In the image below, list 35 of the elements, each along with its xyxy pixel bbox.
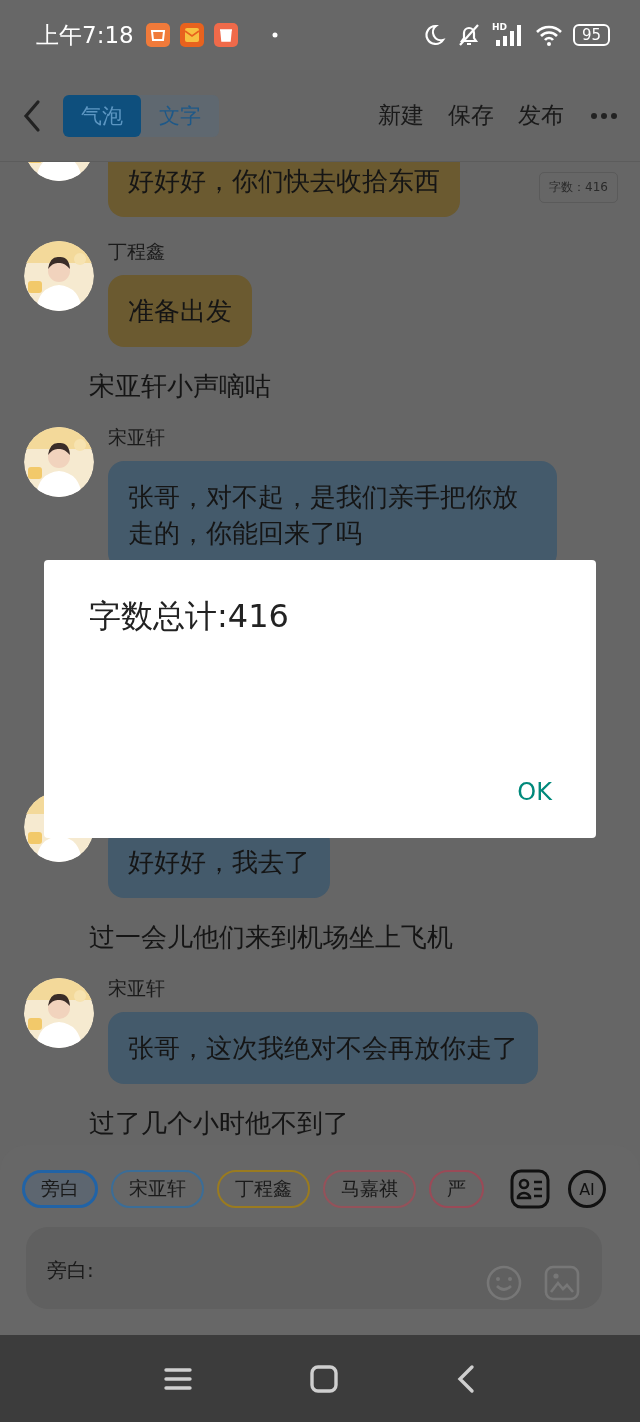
character-chip[interactable]: 宋亚轩 (111, 1170, 204, 1208)
chat-bubble: 好好好，你们快去收拾东西 (108, 162, 460, 217)
home-icon[interactable] (310, 1364, 338, 1393)
character-chip[interactable]: 严 (429, 1170, 484, 1208)
header-action[interactable]: 保存 (444, 100, 498, 131)
trash-icon (213, 23, 238, 47)
bag-icon (145, 23, 170, 47)
narration-text: 过一会儿他们来到机场坐上飞机 (88, 921, 454, 954)
menu-icon[interactable] (164, 1366, 192, 1391)
ok-button[interactable]: OK (501, 774, 568, 810)
ai-button[interactable]: AI (568, 1170, 606, 1208)
sender-name: 丁程鑫 (108, 239, 165, 263)
sender-name: 宋亚轩 (108, 425, 165, 449)
narration-text: 过了几个小时他不到了 (88, 1107, 350, 1140)
narration-text: 宋亚轩小声嘀咕 (88, 370, 272, 403)
header-action[interactable]: 发布 (514, 100, 568, 131)
field-label: 旁白: (47, 1257, 94, 1284)
sender-name: 宋亚轩 (108, 976, 165, 1000)
chat-bubble: 准备出发 (108, 275, 252, 347)
more-icon[interactable] (590, 111, 618, 120)
clock-time: 上午7:18 (36, 20, 134, 50)
mode-tab[interactable]: 气泡 (63, 94, 141, 137)
character-chip[interactable]: 丁程鑫 (217, 1170, 310, 1208)
back-icon[interactable] (456, 1363, 476, 1394)
battery-indicator: 95 (572, 24, 610, 46)
character-chip[interactable]: 马嘉祺 (323, 1170, 416, 1208)
network-label: HD (491, 23, 507, 32)
character-chip[interactable]: 旁白 (22, 1170, 98, 1208)
header-action[interactable]: 新建 (374, 100, 428, 131)
contact-card-icon[interactable] (510, 1169, 550, 1209)
chat-bubble: 张哥，这次我绝对不会再放你走了 (108, 1012, 538, 1084)
wifi-icon (534, 23, 563, 47)
dot-icon (271, 32, 278, 38)
envelope-icon (179, 23, 204, 47)
dialog-message: 字数总计:416 (89, 596, 290, 636)
